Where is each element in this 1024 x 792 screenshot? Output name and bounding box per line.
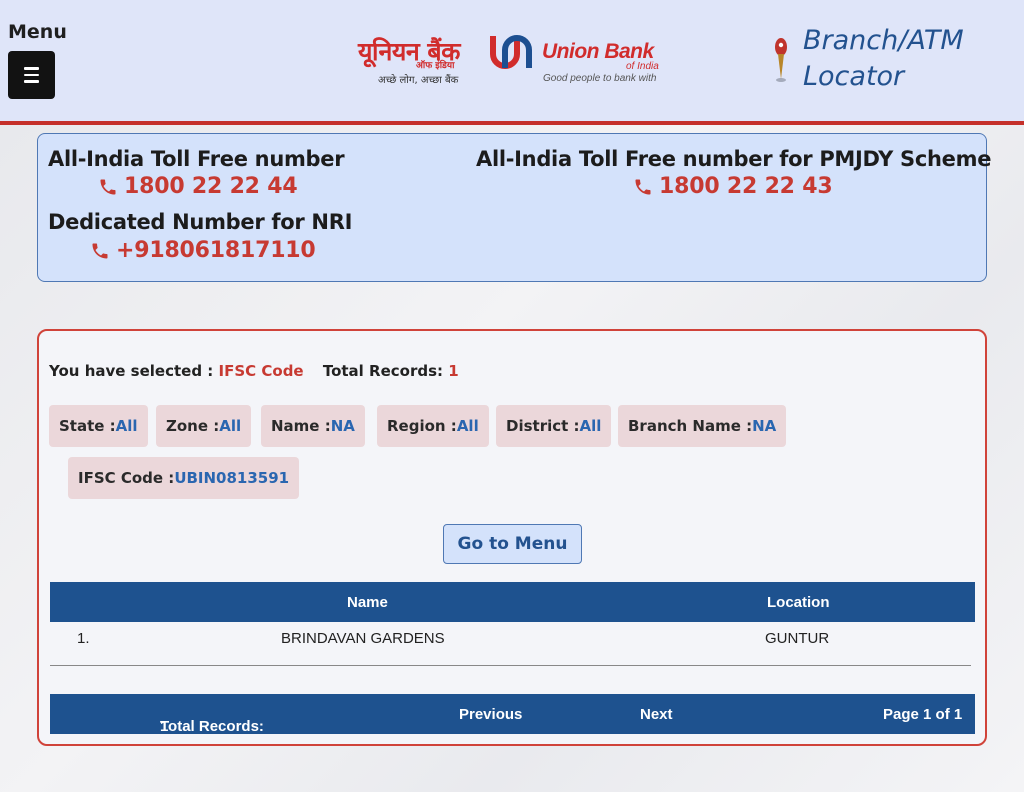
toll-free-box: All-India Toll Free number 1800 22 22 44… xyxy=(37,133,991,282)
go-to-menu-button[interactable]: Go to Menu xyxy=(443,524,582,564)
column-header-location: Location xyxy=(767,594,830,611)
filter-chip-branch-name: Branch Name : NA xyxy=(618,405,787,447)
results-panel: You have selected : IFSC Code Total Reco… xyxy=(37,329,987,746)
results-table-header: Name Location xyxy=(50,582,975,622)
row-branch-name: BRINDAVAN GARDENS xyxy=(281,630,445,647)
logo-english-sub: of India xyxy=(626,61,659,72)
filter-chip-region: Region : All xyxy=(377,405,489,447)
pmjdy-toll-free-number[interactable]: 1800 22 22 43 xyxy=(633,174,833,199)
row-location: GUNTUR xyxy=(765,630,830,647)
page-indicator: Page 1 of 1 xyxy=(883,706,963,723)
all-india-toll-free-number[interactable]: 1800 22 22 44 xyxy=(98,174,298,199)
all-india-toll-free-title: All-India Toll Free number xyxy=(48,147,345,171)
filter-chip-district: District : All xyxy=(496,405,612,447)
pagination-bar: Total Records: 1 Previous Next Page 1 of… xyxy=(50,694,975,735)
column-header-name: Name xyxy=(347,594,388,611)
menu-button[interactable] xyxy=(8,51,55,99)
menu-label: Menu xyxy=(8,21,67,43)
header: Menu यूनियन बैंक ऑफ इंडिया अच्छे लोग, अच… xyxy=(0,0,1024,125)
phone-icon xyxy=(92,243,108,258)
hamburger-icon xyxy=(24,67,39,70)
nri-title: Dedicated Number for NRI xyxy=(48,210,353,234)
branch-atm-locator[interactable]: Branch/ATM Locator xyxy=(773,23,1013,93)
filter-chip-ifsc-code: IFSC Code : UBIN0813591 xyxy=(68,457,300,499)
selection-summary: You have selected : IFSC Code Total Reco… xyxy=(49,362,459,380)
selected-value: IFSC Code xyxy=(218,362,304,380)
row-index: 1. xyxy=(77,630,90,647)
table-row[interactable]: 1. BRINDAVAN GARDENS GUNTUR xyxy=(50,624,971,666)
filter-chip-name: Name : NA xyxy=(261,405,365,447)
filter-chip-state: State : All xyxy=(49,405,148,447)
phone-icon xyxy=(100,179,116,194)
total-records-value: 1 xyxy=(448,362,459,380)
logo-hindi-sub: ऑफ इंडिया xyxy=(416,61,455,71)
filter-chip-zone: Zone : All xyxy=(156,405,252,447)
union-bank-logo[interactable]: यूनियन बैंक ऑफ इंडिया अच्छे लोग, अच्छा ब… xyxy=(356,30,668,90)
map-pin-icon xyxy=(775,38,787,82)
nri-number[interactable]: +918061817110 xyxy=(90,238,316,263)
logo-english-tagline: Good people to bank with xyxy=(543,73,657,84)
phone-icon xyxy=(635,179,651,194)
pmjdy-toll-free-title: All-India Toll Free number for PMJDY Sch… xyxy=(476,147,992,171)
logo-hindi-tagline: अच्छे लोग, अच्छा बैंक xyxy=(378,75,459,86)
previous-page-button[interactable]: Previous xyxy=(459,706,522,723)
locator-title: Branch/ATM Locator xyxy=(803,25,964,92)
next-page-button[interactable]: Next xyxy=(640,706,673,723)
union-bank-mark-icon xyxy=(490,35,532,69)
